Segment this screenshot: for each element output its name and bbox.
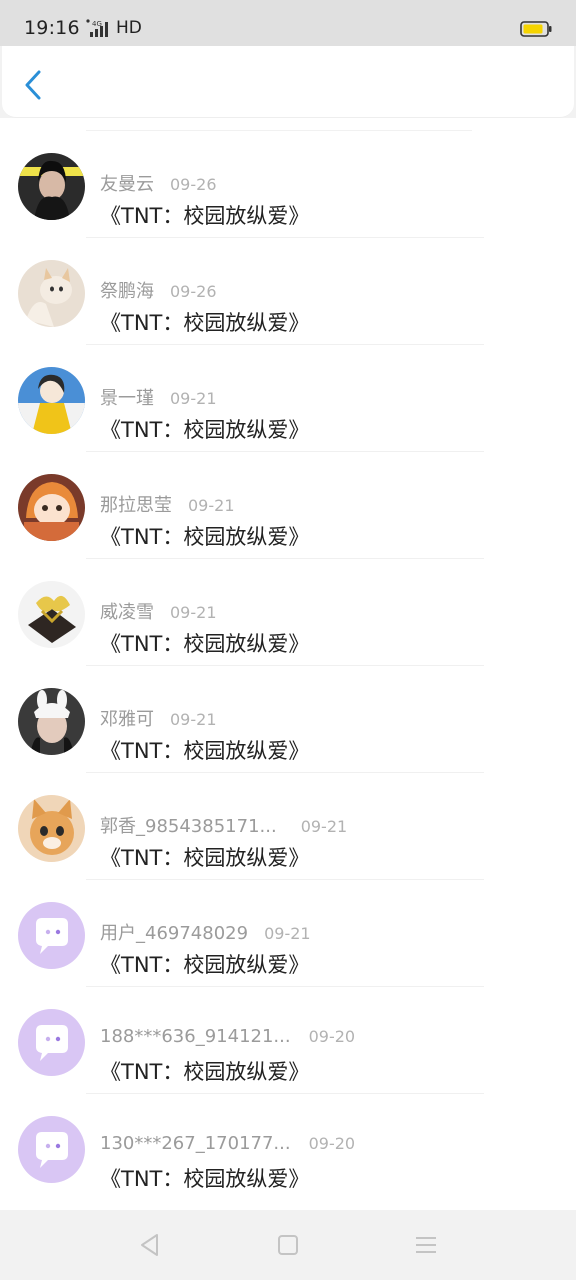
item-title: 《TNT：校园放纵爱》	[100, 1167, 310, 1191]
item-title: 《TNT：校园放纵爱》	[100, 204, 310, 228]
list-item[interactable]: 130***267_170177... 09-20 《TNT：校园放纵爱》	[0, 1094, 576, 1201]
photo-avatar-icon	[18, 688, 85, 755]
user-name: 邓雅可	[100, 709, 154, 730]
post-date: 09-20	[308, 1027, 356, 1046]
user-name: 188***636_914121...	[100, 1026, 291, 1047]
avatar	[18, 367, 85, 434]
user-meta: 祭鹏海 09-26	[100, 277, 217, 303]
item-title: 《TNT：校园放纵爱》	[100, 739, 310, 763]
list-item[interactable]: 邓雅可 09-21 《TNT：校园放纵爱》	[0, 666, 576, 773]
chapter-list: 友曼云 09-26 《TNT：校园放纵爱》 祭鹏海 09-26 《TNT：校园放纵爱…	[0, 118, 576, 1210]
avatar	[18, 153, 85, 220]
user-meta: 郭香_9854385171... 09-21	[100, 812, 347, 838]
post-date: 09-21	[188, 496, 235, 515]
user-name: 用户_469748029	[100, 923, 249, 944]
avatar	[18, 474, 85, 541]
avatar	[18, 1009, 85, 1076]
item-title: 《TNT：校园放纵爱》	[100, 846, 310, 870]
post-date: 09-26	[170, 282, 217, 301]
user-meta: 邓雅可 09-21	[100, 705, 217, 731]
list-item[interactable]: 祭鹏海 09-26 《TNT：校园放纵爱》	[0, 238, 576, 345]
avatar	[18, 260, 85, 327]
menu-lines-icon[interactable]	[413, 1232, 439, 1258]
item-title: 《TNT：校园放纵爱》	[100, 525, 310, 549]
item-title: 《TNT：校园放纵爱》	[100, 311, 310, 335]
user-name: 祭鹏海	[100, 281, 154, 302]
user-meta: 130***267_170177... 09-20	[100, 1133, 355, 1154]
post-date: 09-20	[308, 1134, 356, 1153]
chevron-left-icon	[25, 70, 41, 100]
list-item[interactable]: 友曼云 09-26 《TNT：校园放纵爱》	[0, 131, 576, 238]
anime-avatar-icon	[18, 474, 85, 541]
list-item[interactable]: 景一瑾 09-21 《TNT：校园放纵爱》	[0, 345, 576, 452]
kitten-photo-avatar-icon	[18, 795, 85, 862]
back-button[interactable]	[16, 68, 50, 102]
item-title: 《TNT：校园放纵爱》	[100, 1060, 310, 1084]
default-chat-avatar-icon	[18, 902, 85, 969]
post-date: 09-21	[170, 710, 217, 729]
user-meta: 用户_469748029 09-21	[100, 919, 311, 945]
user-name: 景一瑾	[100, 388, 154, 409]
network-label: HD	[116, 18, 142, 38]
avatar	[18, 795, 85, 862]
user-name: 那拉思莹	[100, 495, 172, 516]
user-name: 130***267_170177...	[100, 1133, 291, 1154]
item-title: 《TNT：校园放纵爱》	[100, 632, 310, 656]
back-triangle-icon[interactable]	[137, 1232, 163, 1258]
post-date: 09-21	[300, 817, 348, 836]
battery-icon	[520, 21, 552, 37]
list-item[interactable]: 188***636_914121... 09-20 《TNT：校园放纵爱》	[0, 987, 576, 1094]
post-date: 09-21	[170, 389, 217, 408]
post-date: 09-21	[170, 603, 217, 622]
user-meta: 188***636_914121... 09-20	[100, 1026, 355, 1047]
user-meta: 景一瑾 09-21	[100, 384, 217, 410]
user-meta: 那拉思莹 09-21	[100, 491, 235, 517]
user-name: 郭香_9854385171...	[100, 816, 277, 837]
user-meta: 友曼云 09-26	[100, 170, 217, 196]
list-item[interactable]: 郭香_9854385171... 09-21 《TNT：校园放纵爱》	[0, 773, 576, 880]
status-time: 19:16	[24, 17, 80, 39]
photo-avatar-icon	[18, 153, 85, 220]
user-name: 威凌雪	[100, 602, 154, 623]
list-item[interactable]: 那拉思莹 09-21 《TNT：校园放纵爱》	[0, 452, 576, 559]
header	[2, 46, 574, 118]
object-avatar-icon	[18, 581, 85, 648]
list-item[interactable]: 用户_469748029 09-21 《TNT：校园放纵爱》	[0, 880, 576, 987]
item-title: 《TNT：校园放纵爱》	[100, 953, 310, 977]
avatar	[18, 902, 85, 969]
user-name: 友曼云	[100, 174, 154, 195]
user-meta: 威凌雪 09-21	[100, 598, 217, 624]
signal-icon: 4G	[86, 19, 108, 37]
cartoon-avatar-icon	[18, 367, 85, 434]
post-date: 09-21	[264, 924, 311, 943]
default-chat-avatar-icon	[18, 1116, 85, 1183]
avatar	[18, 1116, 85, 1183]
item-title: 《TNT：校园放纵爱》	[100, 418, 310, 442]
avatar	[18, 581, 85, 648]
status-bar: 19:16 4G HD	[0, 0, 576, 46]
post-date: 09-26	[170, 175, 217, 194]
avatar	[18, 688, 85, 755]
system-nav-bar	[0, 1210, 576, 1280]
default-chat-avatar-icon	[18, 1009, 85, 1076]
list-item[interactable]: 威凌雪 09-21 《TNT：校园放纵爱》	[0, 559, 576, 666]
home-square-icon[interactable]	[275, 1232, 301, 1258]
cat-photo-avatar-icon	[18, 260, 85, 327]
